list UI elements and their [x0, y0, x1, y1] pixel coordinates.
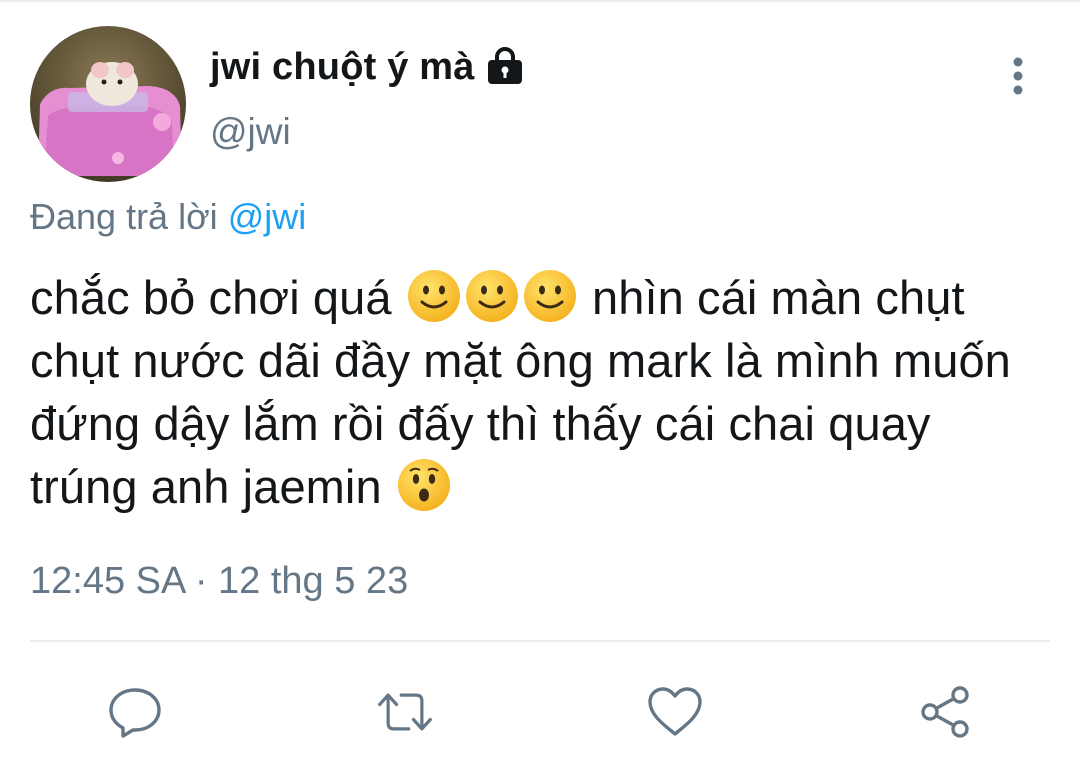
user-handle[interactable]: @jwi: [210, 111, 291, 153]
slightly-smiling-face-emoji: [522, 268, 578, 324]
like-button[interactable]: [645, 682, 705, 742]
retweet-button[interactable]: [375, 682, 435, 742]
avatar[interactable]: [30, 26, 186, 182]
hushed-face-emoji: [396, 457, 452, 513]
time-separator: ·: [194, 560, 208, 602]
reply-button[interactable]: [105, 682, 165, 742]
share-button[interactable]: [915, 682, 975, 742]
display-name-row: jwi chuột ý mà: [210, 42, 525, 92]
slightly-smiling-face-emoji: [464, 268, 520, 324]
heart-icon: [648, 687, 702, 736]
reply-prefix: Đang trả lời: [30, 196, 218, 237]
top-divider: [0, 0, 1080, 2]
replying-to: Đang trả lời @jwi: [30, 196, 306, 238]
comment-icon: [109, 688, 161, 738]
tweet-date: 12 thg 5 23: [218, 560, 409, 602]
retweet-icon: [378, 693, 432, 731]
tweet-time: 12:45 SA: [30, 560, 185, 602]
reply-mention-link[interactable]: @jwi: [228, 196, 307, 237]
share-icon: [921, 686, 969, 738]
timestamp[interactable]: 12:45 SA · 12 thg 5 23: [30, 560, 408, 603]
more-vertical-icon[interactable]: [1000, 52, 1036, 100]
tweet-text: chắc bỏ chơi quá nhìn cái màn chụt chụt …: [30, 266, 1050, 518]
slightly-smiling-face-emoji: [406, 268, 462, 324]
tweet-text-part-1: chắc bỏ chơi quá: [30, 271, 405, 324]
display-name[interactable]: jwi chuột ý mà: [210, 46, 475, 89]
action-divider: [30, 640, 1050, 642]
lock-icon: [485, 47, 525, 87]
